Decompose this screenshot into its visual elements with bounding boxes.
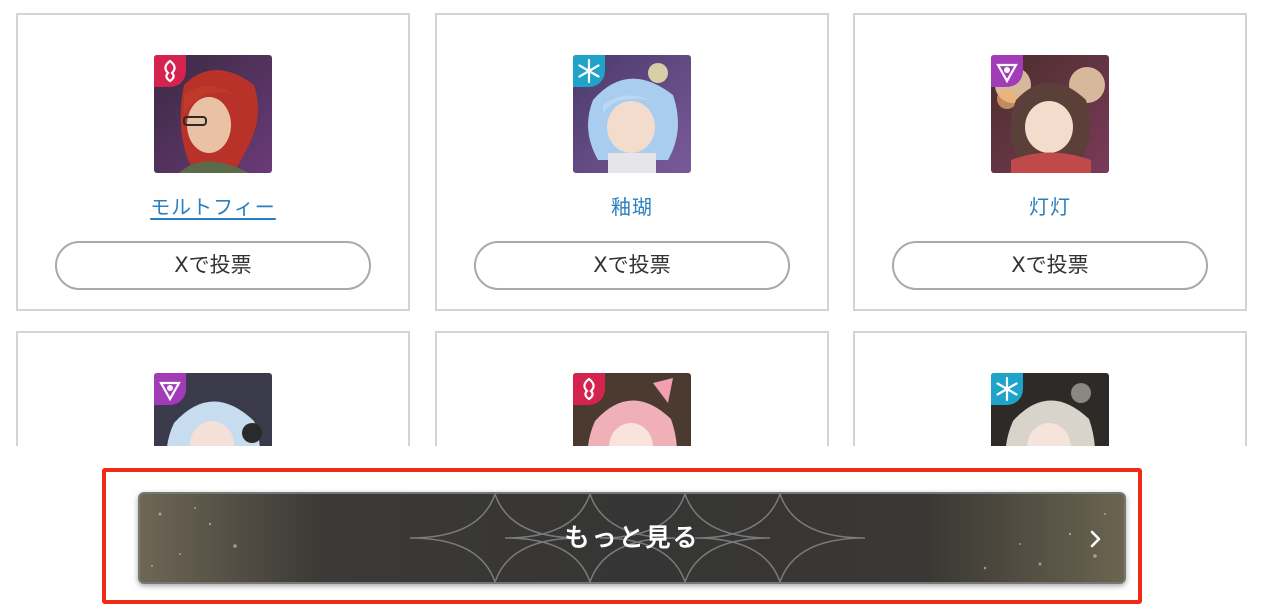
character-card: モルトフィー Xで投票 (16, 13, 410, 311)
void-element-icon (991, 55, 1023, 87)
character-card (435, 331, 829, 446)
character-portrait[interactable] (991, 373, 1109, 446)
character-portrait[interactable] (573, 55, 691, 173)
character-card (16, 331, 410, 446)
show-more-button[interactable]: もっと見る (138, 492, 1126, 584)
character-portrait[interactable] (154, 55, 272, 173)
character-card (853, 331, 1247, 446)
fire-element-icon (154, 55, 186, 87)
show-more-label: もっと見る (564, 523, 700, 552)
character-name-link[interactable]: 釉瑚 (437, 191, 827, 220)
character-name-link[interactable]: 灯灯 (855, 191, 1245, 220)
fire-element-icon (573, 373, 605, 405)
character-card: 釉瑚 Xで投票 (435, 13, 829, 311)
ice-element-icon (573, 55, 605, 87)
chevron-right-icon (1090, 530, 1101, 548)
character-name-link[interactable]: モルトフィー (18, 191, 408, 220)
void-element-icon (154, 373, 186, 405)
character-portrait[interactable] (991, 55, 1109, 173)
character-portrait[interactable] (154, 373, 272, 446)
vote-on-x-button[interactable]: Xで投票 (55, 241, 371, 290)
character-grid: モルトフィー Xで投票 釉瑚 Xで投票 灯灯 Xで投票 (0, 0, 1272, 446)
vote-on-x-button[interactable]: Xで投票 (892, 241, 1208, 290)
character-card: 灯灯 Xで投票 (853, 13, 1247, 311)
character-portrait[interactable] (573, 373, 691, 446)
vote-on-x-button[interactable]: Xで投票 (474, 241, 790, 290)
ice-element-icon (991, 373, 1023, 405)
